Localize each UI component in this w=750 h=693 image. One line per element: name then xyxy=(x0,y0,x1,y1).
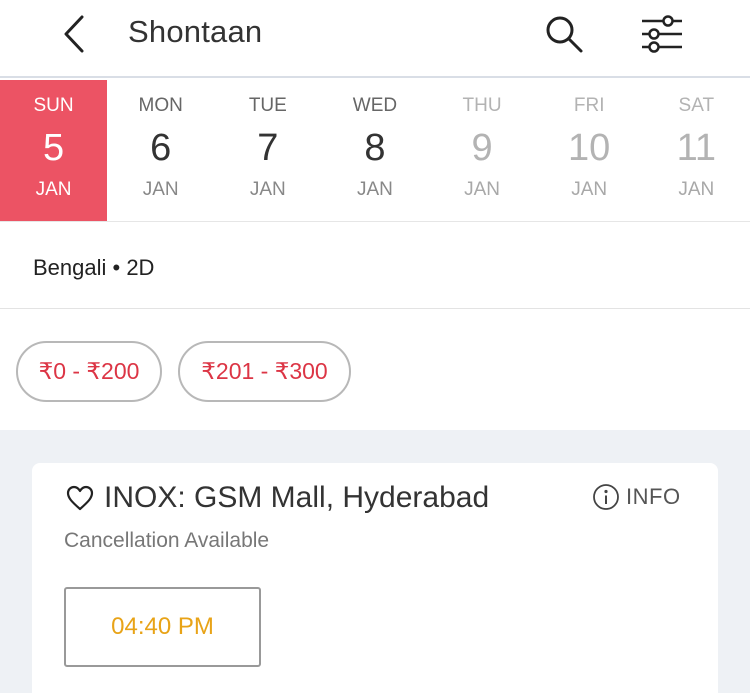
language-format-row: Bengali • 2D xyxy=(0,223,750,309)
date-item[interactable]: THU 9 JAN xyxy=(429,80,536,221)
chevron-left-icon xyxy=(64,15,84,53)
date-item[interactable]: SUN 5 JAN xyxy=(0,80,108,221)
venue-card: INOX: GSM Mall, Hyderabad INFO Cancellat… xyxy=(32,463,718,693)
date-day-of-week: MON xyxy=(138,95,183,116)
date-day-number: 11 xyxy=(676,127,717,169)
date-day-of-week: SUN xyxy=(33,95,74,116)
date-day-of-week: TUE xyxy=(248,95,287,116)
date-item[interactable]: WED 8 JAN xyxy=(321,80,428,221)
date-item[interactable]: FRI 10 JAN xyxy=(536,80,643,221)
app-header: Shontaan xyxy=(0,0,750,78)
back-button[interactable] xyxy=(52,12,96,56)
date-day-number: 5 xyxy=(42,127,65,169)
date-day-of-week: SAT xyxy=(678,95,715,116)
date-month: JAN xyxy=(571,179,608,200)
date-day-number: 10 xyxy=(568,127,611,169)
page-title: Shontaan xyxy=(128,14,263,49)
heart-outline-icon xyxy=(66,485,94,511)
cancellation-status: Cancellation Available xyxy=(64,529,270,552)
date-selector: SUN 5 JAN MON 6 JAN TUE 7 JAN WED 8 JAN … xyxy=(0,80,750,222)
date-item[interactable]: MON 6 JAN xyxy=(107,80,214,221)
info-label: INFO xyxy=(626,484,681,509)
date-day-number: 8 xyxy=(364,127,386,169)
search-button[interactable] xyxy=(540,10,588,58)
info-button[interactable]: INFO xyxy=(592,481,681,513)
date-month: JAN xyxy=(249,179,286,200)
price-filter-chip[interactable]: ₹201 - ₹300 xyxy=(178,341,351,402)
date-day-number: 7 xyxy=(257,127,279,169)
price-filter-row: ₹0 - ₹200 ₹201 - ₹300 xyxy=(0,310,750,430)
showtime-button[interactable]: 04:40 PM xyxy=(64,587,261,667)
date-month: JAN xyxy=(464,179,501,200)
info-circle-icon xyxy=(593,484,619,510)
date-day-of-week: WED xyxy=(352,95,398,116)
sliders-icon xyxy=(642,15,682,53)
date-day-of-week: THU xyxy=(462,95,502,116)
date-month: JAN xyxy=(678,179,715,200)
favorite-button[interactable] xyxy=(64,483,96,513)
date-month: JAN xyxy=(356,179,393,200)
search-icon xyxy=(546,16,583,53)
date-month: JAN xyxy=(35,179,72,200)
date-day-of-week: FRI xyxy=(573,95,605,116)
date-item[interactable]: TUE 7 JAN xyxy=(214,80,321,221)
language-format-label: Bengali • 2D xyxy=(33,255,155,280)
date-item[interactable]: SAT 11 JAN xyxy=(643,80,750,221)
filter-button[interactable] xyxy=(636,10,688,58)
date-day-number: 6 xyxy=(150,127,172,169)
venue-name[interactable]: INOX: GSM Mall, Hyderabad xyxy=(104,481,489,515)
price-filter-chip[interactable]: ₹0 - ₹200 xyxy=(16,341,162,402)
date-month: JAN xyxy=(142,179,179,200)
date-day-number: 9 xyxy=(471,127,493,169)
